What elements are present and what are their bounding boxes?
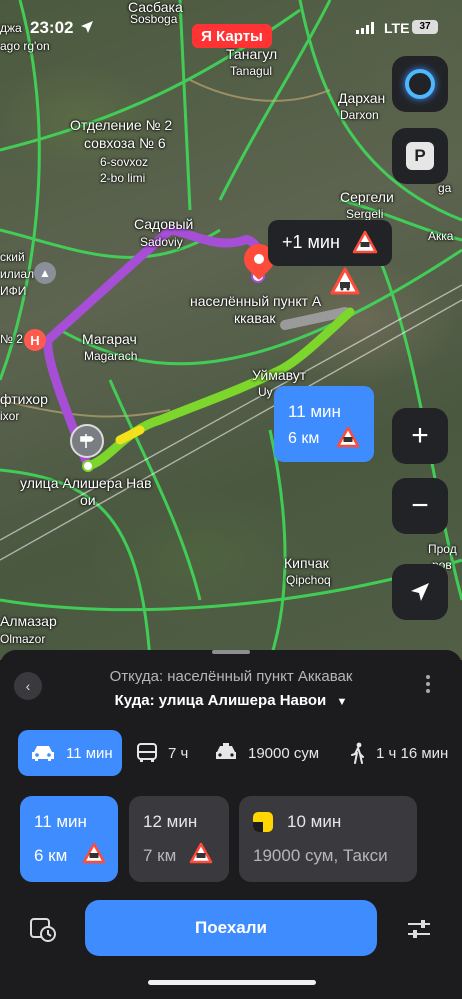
map-label: 6-sovxoz [100,155,149,169]
map-label: Уймавут [252,367,307,383]
map-label: Алмазар [0,613,57,629]
road-sign-icon[interactable] [70,424,104,458]
map-label: 2-bo limi [100,171,146,185]
status-bar: 23:02 Я Карты LTE 37 [0,18,462,48]
go-button[interactable]: Поехали [85,900,377,956]
zoom-out-button[interactable]: − [392,478,448,534]
route-bubble-distance: 6 км [288,430,320,447]
map-label: совхоза № 6 [84,135,166,151]
route-option-taxi[interactable]: 10 мин 19000 сум, Такси [239,796,417,882]
route-option-1[interactable]: 11 мин 6 км [20,796,118,882]
tab-taxi-label: 19000 сум [248,744,320,762]
map-label: Darxon [340,108,379,122]
tab-taxi[interactable]: 19000 сум [214,730,358,776]
more-button[interactable] [422,672,434,698]
map-label: ixor [0,409,20,423]
map-view[interactable]: Сасбака Sosboga джа ago rg'on Танагул Ta… [0,0,462,660]
tab-car[interactable]: 11 мин [18,730,122,776]
alice-assistant-button[interactable] [392,56,448,112]
route-option-detail: 19000 сум, Такси [253,846,388,865]
tab-bus[interactable]: 7 ч [136,730,216,776]
railway-crossing-warning-icon[interactable] [330,266,360,296]
map-label: Кипчак [284,555,329,571]
signal-icon [356,22,374,34]
map-label: Uy [258,385,273,399]
status-time: 23:02 [30,18,74,37]
taxi-icon [216,743,236,759]
map-label: Акка [428,229,454,243]
route-option-2[interactable]: 12 мин 7 км [129,796,229,882]
back-button[interactable]: ‹ [14,672,42,700]
parking-button[interactable]: P [392,128,448,184]
route-option-time: 12 мин [143,812,198,831]
railway-warning-icon [82,842,106,869]
map-label: Танагул [226,46,278,62]
route-to-label: Куда: улица Алишера Навои [114,692,327,709]
app-logo: Я Карты [192,24,272,48]
route-history-button[interactable] [28,914,58,944]
route-option-time: 10 мин [287,812,342,831]
route-option-distance: 6 км [34,846,68,865]
railway-warning-icon [189,842,213,869]
panel-grabber[interactable] [212,650,250,654]
home-indicator [148,980,316,985]
tab-bus-label: 7 ч [168,744,189,762]
map-label: ои [80,492,96,508]
route-option-time: 11 мин [34,812,87,831]
clock-calendar-icon [30,918,56,942]
railway-warning-icon [352,230,378,259]
chevron-left-icon: ‹ [25,678,31,694]
map-label: Tanagul [230,64,273,78]
alt-route-bubble[interactable]: +1 мин [268,220,392,266]
map-label: Прод [428,542,457,556]
tab-car-label: 11 мин [66,744,113,762]
yandex-taxi-icon [253,812,273,832]
map-label: Отделение № 2 [70,117,173,133]
map-label: ИФИ [0,284,27,298]
map-label: Садовый [134,216,194,232]
network-type: LTE [384,20,410,36]
map-label: Sadoviy [140,235,183,249]
alt-route-time-diff: +1 мин [282,232,340,252]
location-arrow-icon [81,21,93,33]
chevron-down-icon: ▼ [336,696,348,708]
route-option-distance: 7 км [143,846,177,865]
railway-warning-icon [336,426,360,453]
route-bubble[interactable]: 11 мин 6 км [274,386,374,462]
map-label: № 2 [0,332,23,346]
alice-icon [405,69,435,99]
map-label: илиал [0,267,35,281]
map-label: ский [0,250,25,264]
university-icon[interactable]: ▲ [34,262,56,284]
map-label: населённый пункт А [190,293,322,309]
map-label: Olmazor [0,632,46,646]
hospital-icon[interactable]: H [24,329,46,351]
map-label: Дархан [338,90,386,106]
map-label: ga [438,181,452,195]
map-label: Магарач [82,331,137,347]
map-label: улица Алишера Нав [20,475,152,491]
route-bubble-time: 11 мин [288,402,341,421]
map-label: Qipchoq [286,573,331,587]
transport-tabs: 11 мин 7 ч 19000 сум 1 ч 16 мин [18,730,462,776]
battery-indicator: 37 [412,20,438,34]
tab-walk-label: 1 ч 16 мин [376,744,449,762]
map-label: фтихор [0,391,48,407]
map-label: Сергели [340,189,394,205]
sliders-icon [408,920,430,938]
tab-walk[interactable]: 1 ч 16 мин [350,730,462,776]
walk-icon [351,742,364,764]
map-label: ккавак [234,310,276,326]
navigation-arrow-icon [411,583,429,601]
route-from[interactable]: Откуда: населённый пункт Аккавак [0,668,462,685]
parking-icon: P [406,142,434,170]
my-location-button[interactable] [392,564,448,620]
route-panel: Откуда: населённый пункт Аккавак Куда: у… [0,650,462,999]
route-to[interactable]: Куда: улица Алишера Навои ▼ [0,692,462,709]
map-label: Magarach [84,349,138,363]
route-settings-button[interactable] [405,916,433,942]
bus-icon [137,743,157,762]
car-icon [32,746,54,761]
zoom-in-button[interactable]: + [392,408,448,464]
